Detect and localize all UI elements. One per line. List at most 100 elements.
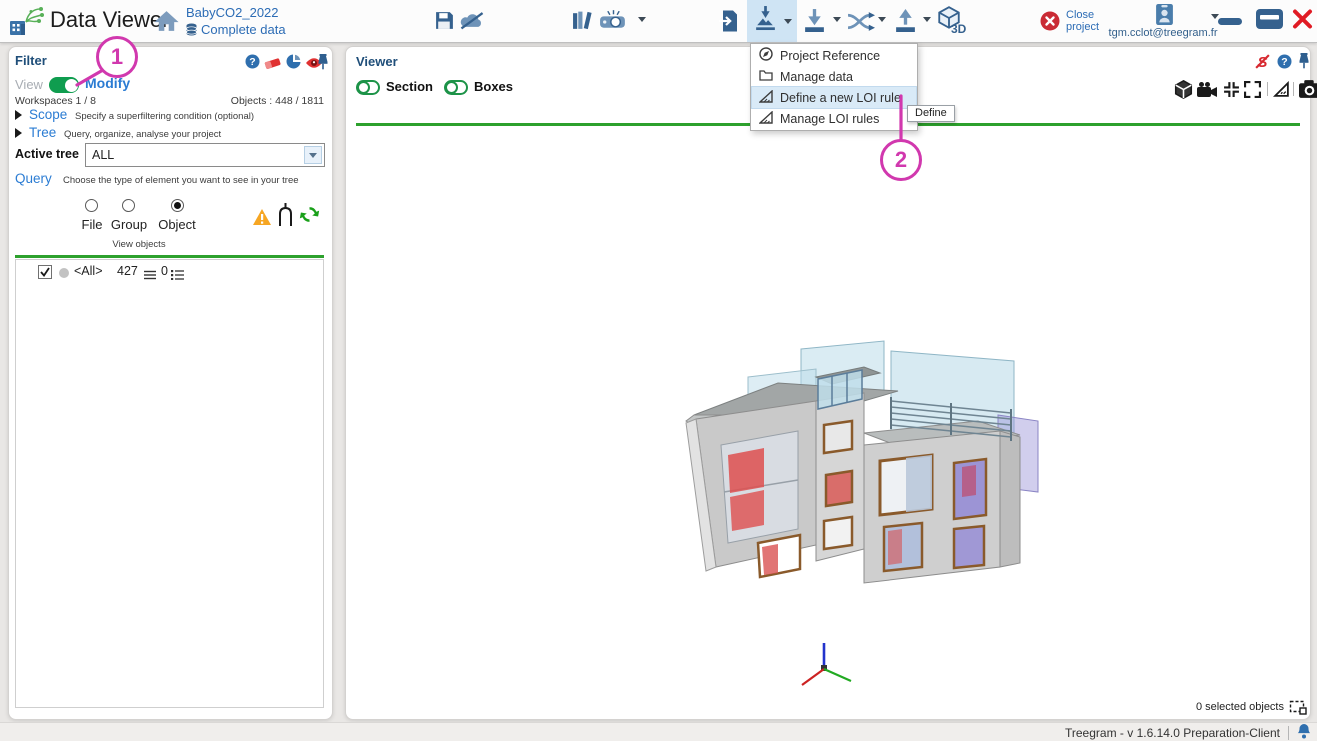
row-label: <All>	[74, 264, 103, 278]
menu-item-manage-data[interactable]: Manage data	[752, 66, 916, 87]
app-window: Data Viewer BabyCO2_2022 Complete data	[0, 0, 1317, 741]
tree-label[interactable]: Tree	[29, 125, 56, 140]
toolbar-divider	[1293, 82, 1294, 96]
snapshot-icon[interactable]	[1299, 80, 1317, 103]
measure-icon[interactable]	[1273, 81, 1290, 103]
database-icon	[186, 23, 197, 41]
query-label: Query	[15, 171, 52, 186]
radio-object[interactable]	[171, 199, 184, 212]
viewer-help-icon[interactable]: ?	[1277, 54, 1292, 74]
close-project-icon[interactable]	[1040, 11, 1060, 31]
sync-off-icon[interactable]: S	[1254, 53, 1271, 75]
loi-define-caret-icon	[784, 19, 792, 24]
active-tree-select[interactable]: ALL	[85, 143, 325, 167]
tree-structure-icon[interactable]	[275, 202, 296, 232]
menu-item-label: Manage LOI rules	[780, 112, 879, 126]
select-caret-icon	[304, 146, 322, 164]
menu-item-label: Project Reference	[780, 49, 880, 63]
view-3d-label: 3D	[951, 22, 966, 36]
menu-item-define-loi-rule[interactable]: Define a new LOI rule	[752, 87, 916, 108]
maximize-button[interactable]	[1256, 9, 1283, 34]
help-icon[interactable]: ?	[245, 54, 260, 74]
bell-icon[interactable]	[1297, 723, 1311, 741]
selected-objects-count: 0 selected objects	[1166, 701, 1284, 713]
user-email: tgm.cclot@treegram.fr	[1095, 27, 1231, 39]
eraser-icon[interactable]	[264, 56, 282, 75]
radio-group-label[interactable]: Group	[107, 217, 151, 232]
section-toggle[interactable]	[356, 80, 380, 95]
projector-caret-icon[interactable]	[638, 17, 646, 22]
upload-caret-icon[interactable]	[923, 17, 931, 22]
top-bar: Data Viewer BabyCO2_2022 Complete data	[0, 0, 1317, 43]
video-camera-icon[interactable]	[1197, 82, 1218, 103]
tree-hint: Query, organize, analyse your project	[64, 129, 221, 140]
modify-label: Modify	[85, 75, 130, 91]
tree-row[interactable]: <All> 427 0	[16, 260, 323, 284]
viewer-panel: Viewer S ? Section Boxes	[345, 46, 1311, 720]
radio-object-label[interactable]: Object	[155, 217, 199, 232]
filter-panel: Filter ? View Modify Workspaces 1 / 8 Ob…	[8, 46, 333, 720]
download-caret-icon[interactable]	[833, 17, 841, 22]
cube-icon[interactable]	[1174, 80, 1193, 104]
menu-item-label: Manage data	[780, 70, 853, 84]
projector-icon[interactable]	[598, 9, 629, 33]
app-title: Data Viewer	[50, 7, 169, 33]
viewer-3d-canvas[interactable]	[346, 127, 1308, 717]
filter-title: Filter	[15, 53, 47, 68]
set-square-icon	[759, 111, 773, 127]
row-status-dot	[59, 268, 69, 278]
pin-icon[interactable]	[317, 53, 329, 75]
filter-separator-line	[15, 255, 324, 258]
folder-icon	[759, 69, 773, 84]
loi-define-button[interactable]	[747, 0, 797, 42]
library-icon[interactable]	[572, 10, 595, 31]
annotation-step-1: 1	[96, 36, 138, 78]
collapse-icon[interactable]	[1223, 81, 1240, 103]
upload-icon[interactable]	[893, 8, 918, 33]
toggle-knob	[357, 81, 370, 94]
view-3d-icon[interactable]: 3D	[936, 6, 962, 30]
expand-icon[interactable]	[1244, 81, 1261, 103]
radio-group[interactable]	[122, 199, 135, 212]
set-square-icon	[759, 90, 773, 106]
radio-file[interactable]	[85, 199, 98, 212]
section-label: Section	[386, 79, 433, 94]
download-icon[interactable]	[802, 8, 827, 33]
cloud-off-icon[interactable]	[459, 11, 485, 30]
list-icon	[144, 267, 156, 285]
transfer-caret-icon[interactable]	[878, 17, 886, 22]
scope-label[interactable]: Scope	[29, 107, 67, 122]
status-bar: Treegram - v 1.6.14.0 Preparation-Client	[0, 722, 1317, 741]
boxes-toggle[interactable]	[444, 80, 468, 95]
scope-hint: Specify a superfiltering condition (opti…	[75, 111, 254, 122]
scope-expander-icon[interactable]	[15, 110, 22, 120]
svg-text:?: ?	[1281, 56, 1287, 68]
transfer-icon[interactable]	[847, 11, 875, 32]
selection-box-icon	[1289, 700, 1307, 720]
viewer-pin-icon[interactable]	[1298, 52, 1310, 74]
row-count-primary: 427	[117, 264, 138, 278]
view-objects-label: View objects	[69, 239, 209, 250]
building-3d-model	[666, 337, 1046, 607]
home-icon[interactable]	[153, 10, 180, 32]
warning-icon	[252, 208, 272, 231]
menu-item-manage-loi-rules[interactable]: Manage LOI rules	[752, 108, 916, 129]
project-data-label: Complete data	[201, 22, 286, 37]
tree-expander-icon[interactable]	[15, 128, 22, 138]
minimize-button[interactable]	[1218, 18, 1242, 25]
active-tree-value: ALL	[86, 148, 114, 162]
refresh-icon[interactable]	[299, 205, 320, 229]
close-window-icon[interactable]	[1292, 9, 1313, 34]
objects-count: Objects : 448 / 1811	[169, 95, 324, 107]
row-checkbox[interactable]	[38, 265, 52, 284]
boxes-label: Boxes	[474, 79, 513, 94]
save-icon[interactable]	[434, 10, 455, 31]
pie-chart-icon[interactable]	[286, 54, 301, 74]
toolbar-divider	[1267, 82, 1268, 96]
project-name: BabyCO2_2022	[186, 5, 279, 20]
menu-item-label: Define a new LOI rule	[780, 91, 901, 105]
view-modify-toggle[interactable]	[49, 77, 79, 93]
user-menu-caret-icon[interactable]	[1211, 14, 1219, 19]
menu-item-project-reference[interactable]: Project Reference	[752, 45, 916, 66]
import-file-icon[interactable]	[718, 9, 738, 33]
